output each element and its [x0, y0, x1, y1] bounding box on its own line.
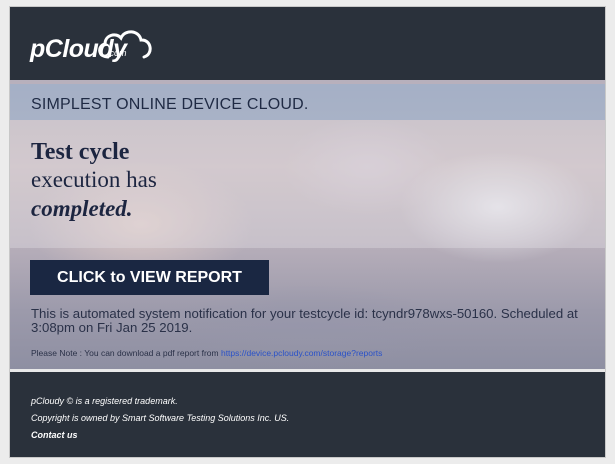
copyright-text: Copyright is owned by Smart Software Tes…: [31, 413, 290, 423]
tagline: SIMPLEST ONLINE DEVICE CLOUD.: [31, 96, 309, 113]
email-footer: pCloudy © is a registered trademark. Cop…: [10, 372, 605, 457]
hero-section: SIMPLEST ONLINE DEVICE CLOUD. Test cycle…: [10, 80, 605, 369]
note-prefix: Please Note : You can download a pdf rep…: [31, 348, 221, 358]
view-report-button[interactable]: CLICK to VIEW REPORT: [30, 260, 269, 295]
headline-line-2: execution has: [31, 167, 157, 192]
pcloudy-logo[interactable]: pCloudy .com: [30, 29, 170, 69]
email-container: pCloudy .com SIMPLEST ONLINE DEVICE CLOU…: [9, 6, 606, 458]
headline-line-1: Test cycle: [31, 139, 130, 165]
headline-line-3: completed.: [31, 196, 133, 221]
contact-us-link[interactable]: Contact us: [31, 430, 78, 440]
email-header: pCloudy .com: [10, 7, 605, 80]
logo-tld: .com: [107, 48, 127, 58]
download-note: Please Note : You can download a pdf rep…: [31, 348, 382, 358]
report-download-link[interactable]: https://device.pcloudy.com/storage?repor…: [221, 348, 382, 358]
headline: Test cycle execution has completed.: [31, 138, 157, 224]
tagline-banner: SIMPLEST ONLINE DEVICE CLOUD.: [10, 84, 605, 120]
notification-text: This is automated system notification fo…: [31, 306, 578, 335]
trademark-text: pCloudy © is a registered trademark.: [31, 396, 178, 406]
